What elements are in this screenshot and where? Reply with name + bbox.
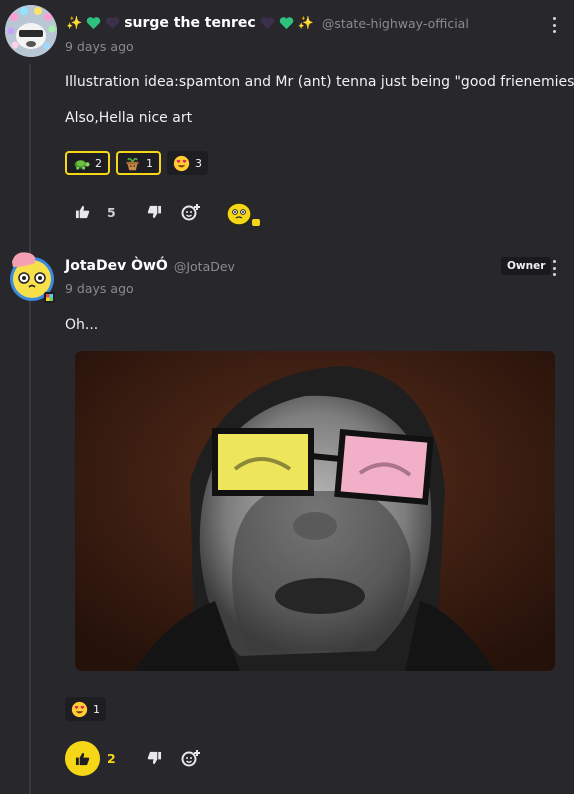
thumbs-down-icon <box>147 751 161 765</box>
turtle-icon <box>74 159 90 169</box>
like-count: 5 <box>107 205 116 220</box>
thumbs-down-icon <box>147 205 161 219</box>
thumbs-up-icon <box>75 205 89 219</box>
green-heart-icon <box>86 17 101 30</box>
add-reaction-button[interactable] <box>180 202 202 222</box>
username[interactable]: JotaDev ÒwÓ <box>65 258 168 274</box>
add-emoji-icon <box>181 204 200 221</box>
add-emoji-icon <box>181 750 200 767</box>
reaction-heart-eyes[interactable]: 3 <box>167 151 208 175</box>
comment-text: Oh... <box>65 317 99 333</box>
reaction-potted-plant[interactable]: 1 <box>116 151 161 175</box>
username[interactable]: surge the tenrec <box>124 15 255 31</box>
user-handle[interactable]: @JotaDev <box>174 259 235 274</box>
comment-1: ✨ surge the tenrec ✨ @state-highway-offi… <box>0 0 574 232</box>
more-options-button[interactable] <box>548 259 560 277</box>
user-handle[interactable]: @state-highway-official <box>322 16 469 31</box>
comment-2: JotaDev ÒwÓ @JotaDev Owner 9 days ago Oh… <box>0 240 574 794</box>
comment-text-line-2: Also,Hella nice art <box>65 110 193 126</box>
black-heart-icon <box>260 17 274 30</box>
reaction-count: 1 <box>146 156 153 170</box>
timestamp[interactable]: 9 days ago <box>65 281 134 296</box>
like-button[interactable] <box>72 203 92 221</box>
owner-badge: Owner <box>501 257 552 275</box>
more-options-button[interactable] <box>548 16 560 34</box>
avatar[interactable] <box>5 247 57 303</box>
comment-header: JotaDev ÒwÓ @JotaDev <box>65 258 235 274</box>
reaction-count: 2 <box>95 156 102 170</box>
potted-plant-face-icon <box>126 157 139 170</box>
attached-image[interactable] <box>75 351 555 671</box>
green-heart-icon <box>279 17 293 30</box>
reaction-bar: 2 1 3 <box>65 151 208 175</box>
dislike-button[interactable] <box>144 749 164 767</box>
reaction-count: 1 <box>93 702 100 716</box>
sparkles-icon: ✨ <box>297 15 314 31</box>
like-count: 2 <box>107 751 116 766</box>
heart-eyes-icon <box>71 701 88 717</box>
thumbs-up-icon <box>75 752 90 765</box>
sparkles-icon: ✨ <box>66 15 83 31</box>
avatar[interactable] <box>5 5 57 57</box>
heart-eyes-icon <box>173 155 190 171</box>
dislike-button[interactable] <box>144 203 164 221</box>
timestamp[interactable]: 9 days ago <box>65 39 134 54</box>
comment-header: ✨ surge the tenrec ✨ @state-highway-offi… <box>66 15 469 31</box>
reaction-turtle[interactable]: 2 <box>65 151 110 175</box>
reaction-count: 3 <box>195 156 202 170</box>
reaction-bar: 1 <box>65 697 106 721</box>
black-heart-icon <box>105 17 120 30</box>
yellow-creature-icon <box>226 202 260 226</box>
sticker-reaction-button[interactable] <box>224 199 264 229</box>
reaction-heart-eyes[interactable]: 1 <box>65 697 106 721</box>
comment-text-line-1: Illustration idea:spamton and Mr (ant) t… <box>65 74 574 90</box>
like-button-active[interactable] <box>65 741 100 776</box>
add-reaction-button[interactable] <box>180 748 202 768</box>
